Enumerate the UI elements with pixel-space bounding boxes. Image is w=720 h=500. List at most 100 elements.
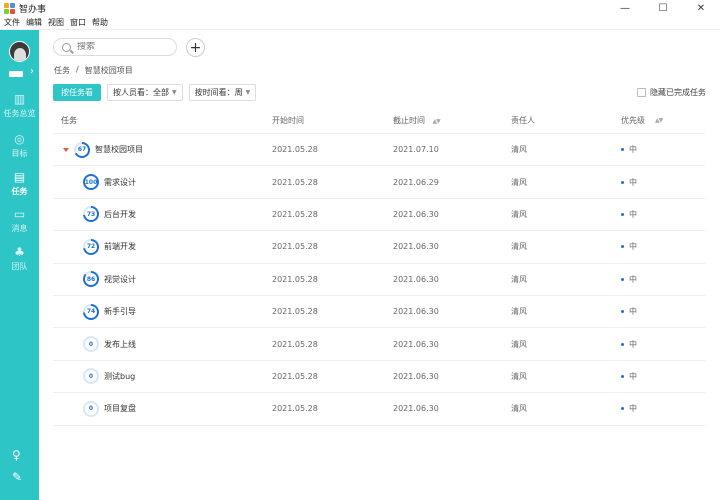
header-end[interactable]: 截止时间 ▲▼ — [393, 115, 511, 126]
app-logo-icon — [4, 2, 15, 14]
menu-window[interactable]: 窗口 — [70, 17, 86, 28]
table-row[interactable]: 72 前端开发 2021.05.28 2021.06.30 清风 中 — [53, 231, 705, 264]
table-row[interactable]: 0 项目复盘 2021.05.28 2021.06.30 清风 中 — [53, 393, 705, 426]
table-row[interactable]: 74 新手引导 2021.05.28 2021.06.30 清风 中 — [53, 296, 705, 329]
owner: 清风 — [511, 371, 527, 381]
sidebar: › ▥ 任务总览 ◎ 目标 ▤ 任务 ▭ 消息 ♣ 团队 ♀ ✎ — [0, 30, 39, 500]
start-date: 2021.05.28 — [272, 371, 318, 381]
table-row[interactable]: 100 需求设计 2021.05.28 2021.06.29 清风 中 — [53, 166, 705, 199]
message-icon: ▭ — [13, 207, 26, 221]
priority-dot-icon — [621, 212, 624, 216]
sidebar-item-team[interactable]: ♣ 团队 — [0, 245, 39, 272]
view-by-time-select[interactable]: 按时间看：周 ▼ — [188, 84, 257, 101]
end-date: 2021.07.10 — [393, 145, 439, 155]
task-icon: ▤ — [13, 170, 26, 184]
priority: 中 — [629, 177, 637, 187]
progress-ring: 67 — [74, 141, 90, 158]
title-bar: 智办事 — ☐ ✕ — [0, 0, 720, 16]
priority: 中 — [629, 371, 637, 381]
target-icon: ◎ — [14, 132, 25, 146]
header-start: 开始时间 — [272, 116, 304, 125]
menu-help[interactable]: 帮助 — [92, 17, 108, 28]
priority: 中 — [629, 209, 637, 219]
progress-ring: 74 — [83, 303, 99, 320]
priority: 中 — [629, 145, 637, 155]
owner: 清风 — [511, 307, 527, 317]
avatar[interactable] — [9, 41, 30, 62]
search-input[interactable] — [77, 42, 167, 52]
task-name[interactable]: 新手引导 — [104, 306, 136, 317]
table-row-parent[interactable]: 67 智慧校园项目 2021.05.28 2021.07.10 清风 中 — [53, 134, 705, 167]
chevron-right-icon[interactable]: › — [30, 66, 34, 77]
view-by-task-button[interactable]: 按任务看 — [53, 84, 101, 101]
menu-view[interactable]: 视图 — [48, 17, 64, 28]
progress-value: 100 — [85, 176, 97, 189]
hide-completed-checkbox[interactable] — [637, 88, 646, 97]
task-name[interactable]: 前端开发 — [104, 241, 136, 252]
main-panel: + 任务 / 智慧校园项目 按任务看 按人员看：全部 ▼ 按时间看：周 ▼ 隐藏… — [39, 30, 720, 500]
priority-dot-icon — [621, 374, 624, 378]
sidebar-item-task[interactable]: ▤ 任务 — [0, 170, 39, 197]
member-badge — [9, 71, 23, 77]
search-box[interactable] — [53, 38, 177, 56]
table-row[interactable]: 73 后台开发 2021.05.28 2021.06.30 清风 中 — [53, 199, 705, 232]
menu-edit[interactable]: 编辑 — [26, 17, 42, 28]
table-row[interactable]: 0 测试bug 2021.05.28 2021.06.30 清风 中 — [53, 361, 705, 394]
end-date: 2021.06.30 — [393, 339, 439, 349]
task-name[interactable]: 后台开发 — [104, 209, 136, 220]
end-date: 2021.06.29 — [393, 177, 439, 187]
edit-icon[interactable]: ✎ — [12, 470, 22, 484]
collapse-triangle-icon[interactable] — [63, 147, 69, 152]
task-name[interactable]: 发布上线 — [104, 339, 136, 350]
priority: 中 — [629, 242, 637, 252]
table-row[interactable]: 86 视觉设计 2021.05.28 2021.06.30 清风 中 — [53, 264, 705, 296]
end-date: 2021.06.30 — [393, 242, 439, 252]
priority-dot-icon — [621, 407, 624, 411]
chevron-down-icon: ▼ — [172, 89, 177, 96]
hide-completed-toggle[interactable]: 隐藏已完成任务 — [637, 87, 706, 98]
start-date: 2021.05.28 — [272, 177, 318, 187]
progress-ring: 86 — [83, 271, 99, 288]
progress-value: 0 — [85, 370, 97, 383]
priority: 中 — [629, 307, 637, 317]
progress-value: 73 — [85, 208, 97, 221]
menu-bar: 文件 编辑 视图 窗口 帮助 — [0, 16, 720, 30]
menu-file[interactable]: 文件 — [4, 17, 20, 28]
sidebar-item-overview[interactable]: ▥ 任务总览 — [0, 92, 39, 119]
priority: 中 — [629, 339, 637, 349]
header-priority[interactable]: 优先级 ▲▼ — [621, 115, 705, 126]
sidebar-item-label: 团队 — [11, 262, 28, 271]
progress-value: 86 — [85, 273, 97, 286]
progress-ring: 73 — [83, 206, 99, 223]
table-header: 任务 开始时间 截止时间 ▲▼ 责任人 优先级 ▲▼ — [53, 108, 705, 134]
task-name[interactable]: 视觉设计 — [104, 274, 136, 285]
sort-icon[interactable]: ▲▼ — [433, 118, 441, 125]
start-date: 2021.05.28 — [272, 242, 318, 252]
end-date: 2021.06.30 — [393, 307, 439, 317]
sidebar-item-message[interactable]: ▭ 消息 — [0, 207, 39, 234]
progress-ring: 0 — [83, 400, 99, 417]
minimize-button[interactable]: — — [606, 0, 644, 16]
priority-dot-icon — [621, 180, 624, 184]
progress-ring: 100 — [83, 174, 99, 191]
add-button[interactable]: + — [186, 38, 205, 57]
start-date: 2021.05.28 — [272, 274, 318, 284]
maximize-button[interactable]: ☐ — [644, 0, 682, 16]
task-table: 任务 开始时间 截止时间 ▲▼ 责任人 优先级 ▲▼ 67 智慧校园项目 202… — [53, 108, 705, 426]
sort-icon[interactable]: ▲▼ — [655, 117, 663, 124]
progress-ring: 0 — [83, 336, 99, 353]
breadcrumb-root[interactable]: 任务 — [54, 65, 70, 76]
task-name[interactable]: 项目复盘 — [104, 403, 136, 414]
progress-value: 0 — [85, 402, 97, 415]
close-button[interactable]: ✕ — [682, 0, 720, 16]
view-by-person-select[interactable]: 按人员看：全部 ▼ — [107, 84, 183, 101]
sidebar-item-label: 目标 — [11, 149, 28, 158]
task-name[interactable]: 智慧校园项目 — [95, 144, 143, 155]
owner: 清风 — [511, 339, 527, 349]
table-row[interactable]: 0 发布上线 2021.05.28 2021.06.30 清风 中 — [53, 328, 705, 361]
add-member-icon[interactable]: ♀ — [12, 448, 21, 462]
header-task: 任务 — [61, 116, 77, 125]
task-name[interactable]: 需求设计 — [104, 177, 136, 188]
task-name[interactable]: 测试bug — [104, 371, 135, 382]
sidebar-item-goal[interactable]: ◎ 目标 — [0, 132, 39, 159]
